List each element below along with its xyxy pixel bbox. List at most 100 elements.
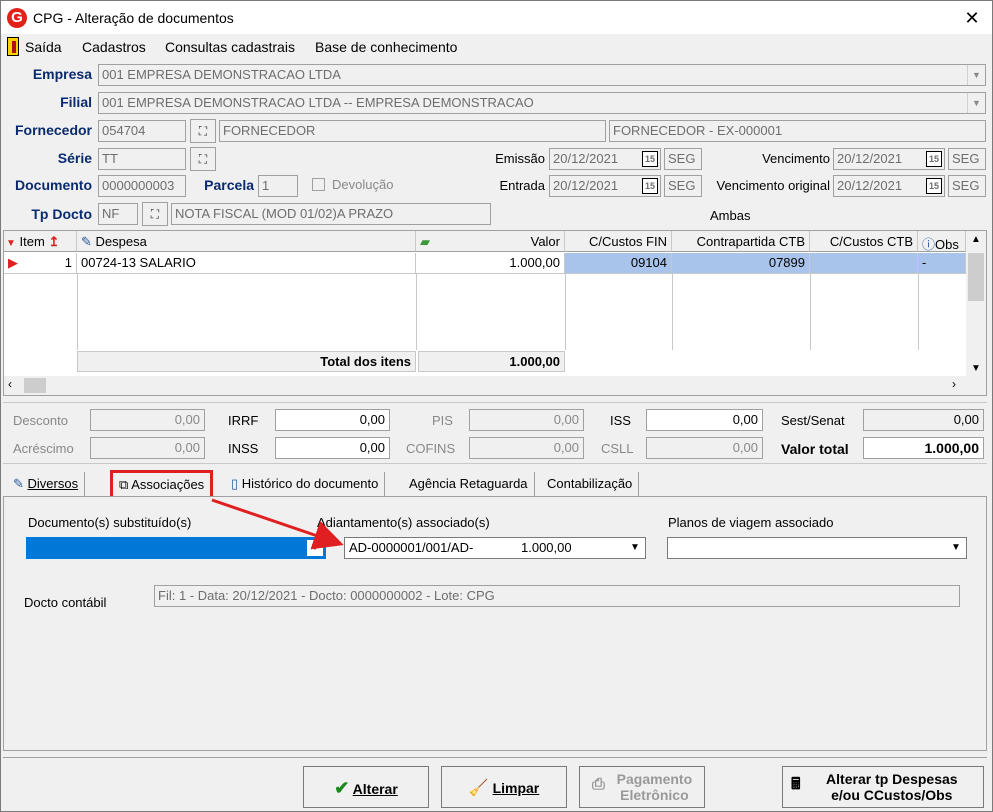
vencimento-original-label: Vencimento original (716, 178, 830, 193)
binoculars-search-icon[interactable]: ⛶ (142, 202, 168, 226)
scroll-down-icon[interactable]: ▼ (966, 363, 986, 374)
binoculars-search-icon[interactable]: ⛶ (190, 147, 216, 171)
grid-header-item[interactable]: ▼ Item ↥ (4, 231, 77, 252)
pis-field[interactable]: 0,00 (469, 409, 584, 431)
emissao-date-field[interactable]: 20/12/2021 15 (549, 148, 661, 170)
grid-header-obs[interactable]: ⓘObs (918, 231, 966, 252)
vencimento-original-day-field: SEG (948, 175, 986, 197)
tab-historico[interactable]: ▯ Histórico do documento (225, 472, 386, 496)
inss-field[interactable]: 0,00 (275, 437, 390, 459)
iss-field[interactable]: 0,00 (646, 409, 763, 431)
filial-select[interactable]: 001 EMPRESA DEMONSTRACAO LTDA -- EMPRESA… (98, 92, 986, 114)
scroll-thumb[interactable] (968, 253, 984, 301)
tab-diversos[interactable]: ✎ Diversos (7, 472, 86, 496)
link-icon: ⧉ (119, 477, 129, 492)
doc-substituido-select[interactable]: ▼ (26, 537, 326, 559)
calendar-icon[interactable]: 15 (926, 151, 942, 167)
row-pointer-icon: ▶ (8, 255, 18, 270)
cell-valor[interactable]: 1.000,00 (416, 253, 565, 273)
close-button[interactable]: ✕ (957, 5, 987, 31)
table-row[interactable]: ▶ 1 00724-13 SALARIO 1.000,00 09104 07899… (4, 253, 966, 273)
empresa-value: 001 EMPRESA DEMONSTRACAO LTDA (102, 67, 341, 82)
alterar-tp-despesas-button[interactable]: 🖩 Alterar tp Despesas e/ou CCustos/Obs (782, 766, 984, 808)
desconto-field[interactable]: 0,00 (90, 409, 205, 431)
tab-associacoes-label: Associações (131, 477, 205, 492)
obs-header-label: Obs (935, 237, 959, 252)
emissao-label: Emissão (495, 151, 545, 166)
cofins-field[interactable]: 0,00 (469, 437, 584, 459)
cofins-label: COFINS (406, 441, 456, 456)
calendar-icon[interactable]: 15 (642, 151, 658, 167)
fornecedor-name-field: FORNECEDOR (219, 120, 606, 142)
cell-ccustos-ctb[interactable] (810, 253, 918, 273)
row-selector: ▶ 1 (4, 253, 77, 273)
menu-base-conhecimento[interactable]: Base de conhecimento (315, 39, 457, 55)
tab-contabilizacao[interactable]: Contabilização (541, 472, 640, 496)
tab-agencia-retaguarda[interactable]: Agência Retaguarda (403, 472, 535, 496)
vertical-scrollbar[interactable]: ▲ ▼ (966, 231, 986, 376)
cell-despesa[interactable]: 00724-13 SALARIO (77, 253, 416, 273)
scroll-right-icon[interactable]: › (952, 377, 956, 391)
calendar-icon[interactable]: 15 (642, 178, 658, 194)
associacoes-panel: Documento(s) substituído(s) ▼ Adiantamen… (3, 496, 987, 751)
cell-ccustos-fin[interactable]: 09104 (565, 253, 672, 273)
grid-header-ccustos-ctb[interactable]: C/Custos CTB (810, 231, 918, 252)
docto-contabil-field: Fil: 1 - Data: 20/12/2021 - Docto: 00000… (154, 585, 960, 607)
tpdocto-code-field[interactable]: NF (98, 203, 138, 225)
chevron-down-icon: ▼ (951, 542, 961, 553)
fornecedor-code-field[interactable]: 054704 (98, 120, 186, 142)
grid-header-valor[interactable]: ▰ Valor (416, 231, 565, 252)
alterar-tp-label-1: Alterar tp Despesas (826, 771, 958, 787)
item-header-label: Item (19, 234, 45, 249)
csll-field[interactable]: 0,00 (646, 437, 763, 459)
money-icon: ▰ (420, 234, 430, 249)
entrada-value: 20/12/2021 (553, 178, 619, 193)
scroll-thumb[interactable] (24, 378, 46, 393)
horizontal-scrollbar[interactable]: ‹ › (4, 376, 986, 395)
chevron-down-icon: ▼ (967, 93, 985, 113)
vencimento-original-date-field[interactable]: 20/12/2021 15 (833, 175, 945, 197)
menu-consultas-cadastrais[interactable]: Consultas cadastrais (165, 39, 295, 55)
menu-cadastros[interactable]: Cadastros (82, 39, 146, 55)
irrf-field[interactable]: 0,00 (275, 409, 390, 431)
grid-header-contrapartida[interactable]: Contrapartida CTB (672, 231, 810, 252)
grid-col-divider (77, 273, 78, 350)
total-itens-value: 1.000,00 (418, 351, 565, 372)
docto-contabil-label: Docto contábil (24, 595, 107, 610)
items-grid[interactable]: ▼ Item ↥ ✎ Despesa ▰ Valor C/Custos FIN C… (3, 230, 987, 396)
calculator-icon: 🖩 (791, 776, 801, 793)
limpar-button[interactable]: 🧹 Limpar (441, 766, 567, 808)
documento-field[interactable]: 0000000003 (98, 175, 186, 197)
scroll-left-icon[interactable]: ‹ (8, 377, 12, 391)
adiantamento-select[interactable]: AD-0000001/001/AD- 1.000,00 ▼ (344, 537, 646, 559)
cell-contrapartida[interactable]: 07899 (672, 253, 810, 273)
binoculars-search-icon[interactable]: ⛶ (190, 119, 216, 143)
ambas-label: Ambas (710, 208, 751, 223)
chevron-down-icon: ▼ (967, 65, 985, 85)
planos-viagem-select[interactable]: ▼ (667, 537, 967, 559)
inss-label: INSS (228, 441, 259, 456)
tab-associacoes[interactable]: ⧉ Associações (110, 470, 214, 498)
serie-field[interactable]: TT (98, 148, 186, 170)
entrada-date-field[interactable]: 20/12/2021 15 (549, 175, 661, 197)
scroll-up-icon[interactable]: ▲ (966, 231, 986, 245)
tpdocto-desc-field: NOTA FISCAL (MOD 01/02)A PRAZO (171, 203, 491, 225)
parcela-field[interactable]: 1 (258, 175, 298, 197)
pagamento-eletronico-button[interactable]: ⎙ Pagamento Eletrônico (579, 766, 705, 808)
alterar-button[interactable]: ✔ Alterar (303, 766, 429, 808)
devolucao-checkbox[interactable] (312, 178, 325, 191)
vencimento-date-field[interactable]: 20/12/2021 15 (833, 148, 945, 170)
menu-bar: Saída Cadastros Consultas cadastrais Bas… (0, 34, 993, 60)
grid-header-ccustos-fin[interactable]: C/Custos FIN (565, 231, 672, 252)
empresa-select[interactable]: 001 EMPRESA DEMONSTRACAO LTDA ▼ (98, 64, 986, 86)
devolucao-label: Devolução (332, 177, 394, 192)
grid-row-divider (4, 273, 966, 274)
acrescimo-field[interactable]: 0,00 (90, 437, 205, 459)
grid-header-despesa[interactable]: ✎ Despesa (77, 231, 416, 252)
calendar-icon[interactable]: 15 (926, 178, 942, 194)
entrada-label: Entrada (499, 178, 545, 193)
edit-icon: ✎ (81, 234, 92, 249)
menu-saida[interactable]: Saída (25, 39, 62, 55)
sest-senat-field[interactable]: 0,00 (863, 409, 984, 431)
cell-obs[interactable]: - (918, 253, 966, 273)
